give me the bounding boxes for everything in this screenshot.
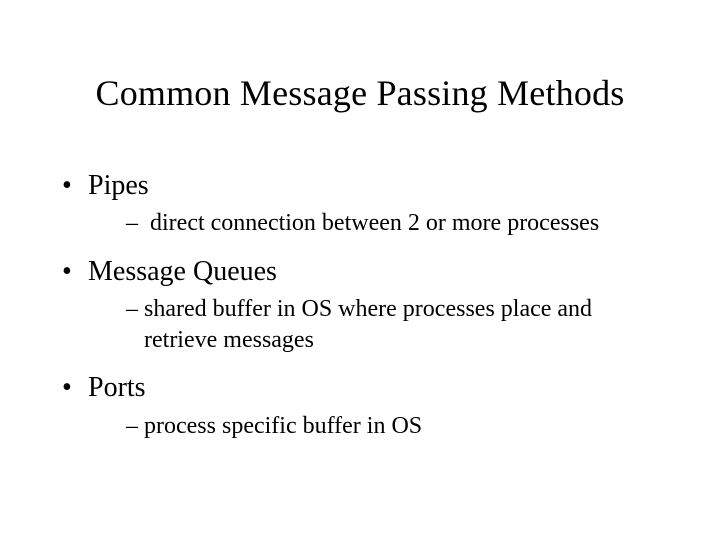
subbullet-ports: process specific buffer in OS: [54, 411, 666, 442]
bullet-message-queues: Message Queues: [54, 254, 666, 290]
slide-title: Common Message Passing Methods: [0, 0, 720, 114]
subbullet-message-queues: shared buffer in OS where processes plac…: [54, 294, 666, 356]
slide-body: Pipes direct connection between 2 or mor…: [0, 114, 720, 442]
bullet-ports: Ports: [54, 370, 666, 406]
subbullet-pipes: direct connection between 2 or more proc…: [54, 208, 666, 239]
slide: Common Message Passing Methods Pipes dir…: [0, 0, 720, 540]
bullet-pipes: Pipes: [54, 168, 666, 204]
